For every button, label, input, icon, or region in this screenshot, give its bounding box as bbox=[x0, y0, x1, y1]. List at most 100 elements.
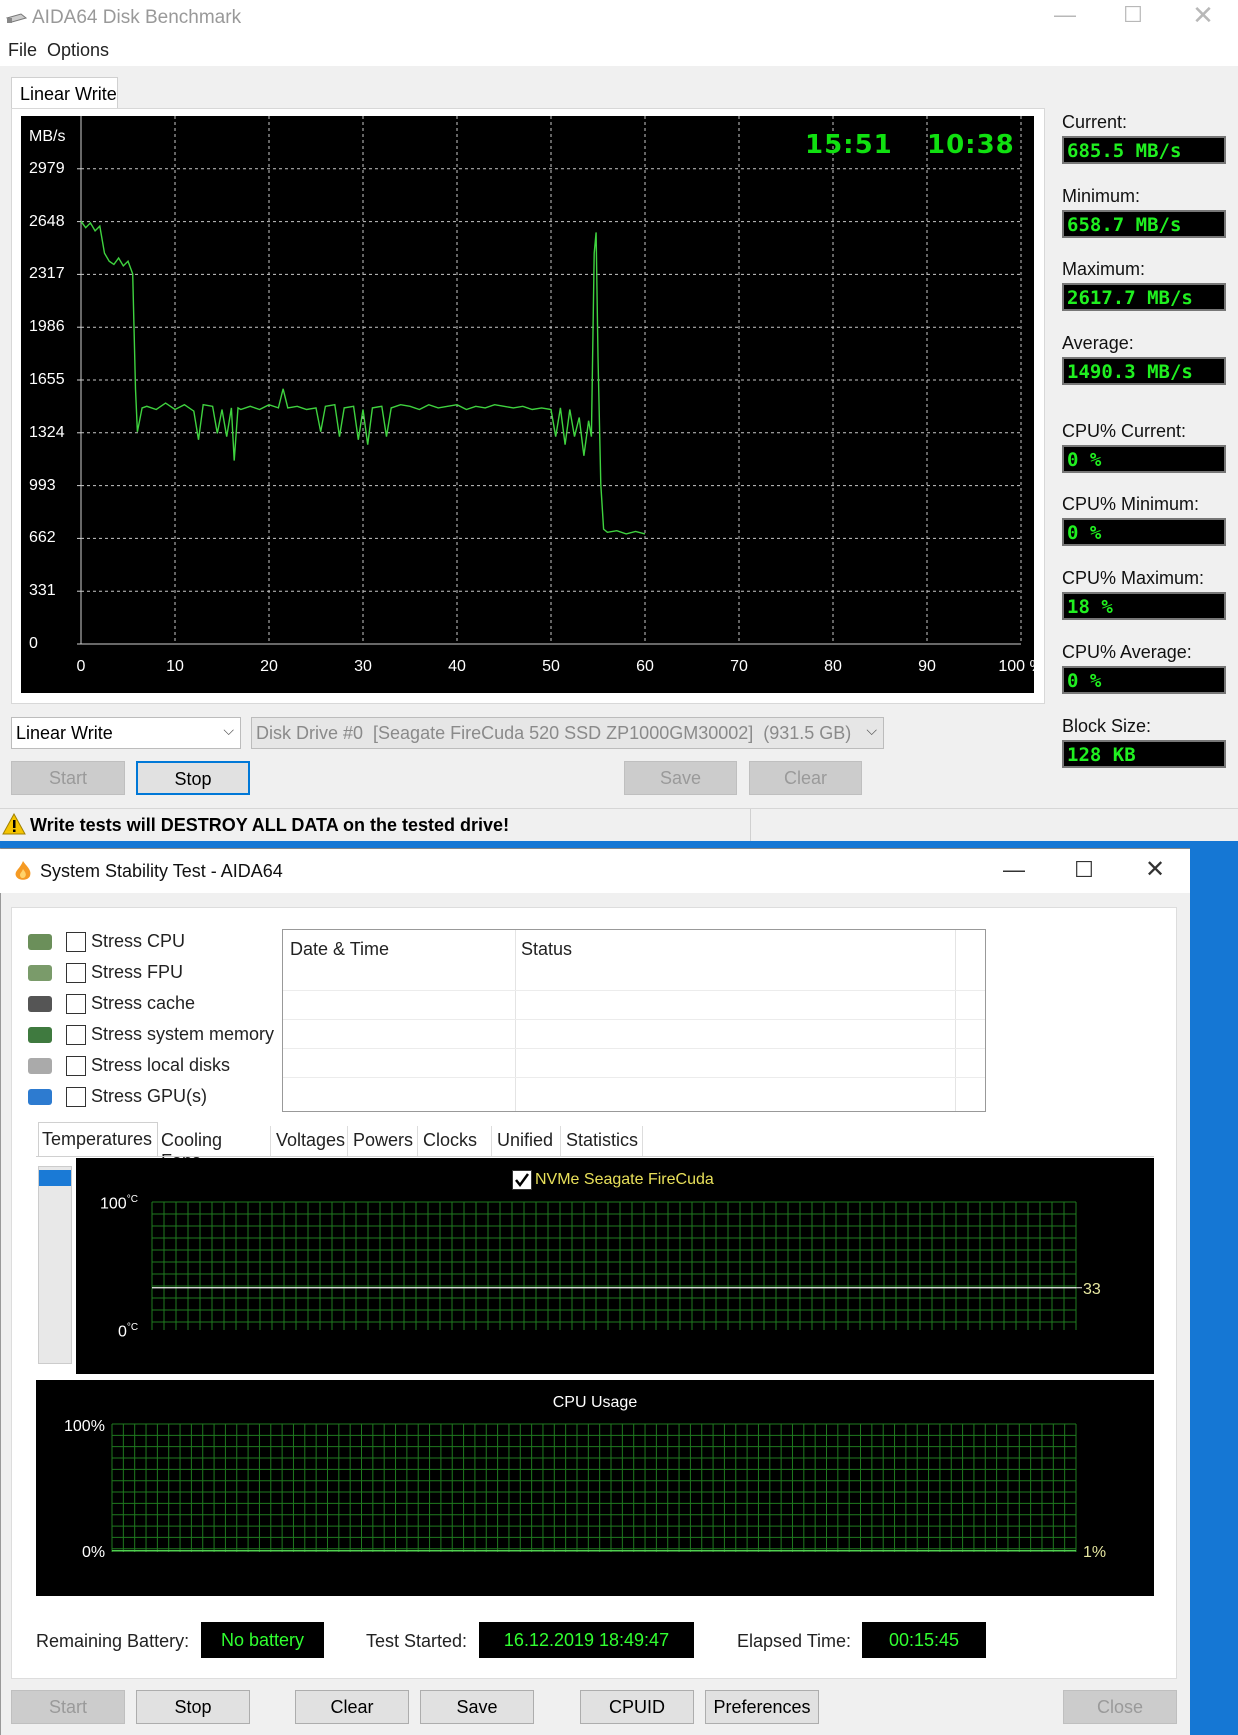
stress-label[interactable]: Stress GPU(s) bbox=[91, 1086, 207, 1107]
disk-benchmark-window: AIDA64 Disk Benchmark — ☐ ✕ File Options… bbox=[0, 0, 1238, 841]
stat-value: 128 KB bbox=[1062, 740, 1226, 768]
close-icon[interactable]: ✕ bbox=[1135, 855, 1175, 884]
status-divider bbox=[750, 809, 751, 841]
stability-close-button[interactable]: Close bbox=[1063, 1690, 1177, 1724]
row-divider bbox=[283, 1077, 985, 1078]
x-tick-label: 30 bbox=[354, 658, 372, 675]
tab-temperatures[interactable]: Temperatures bbox=[38, 1122, 158, 1157]
stat-label: CPU% Maximum: bbox=[1062, 568, 1205, 588]
gpu-icon bbox=[28, 1089, 52, 1105]
tab-powers[interactable]: Powers bbox=[350, 1126, 418, 1156]
row-divider bbox=[283, 1019, 985, 1020]
row-divider bbox=[283, 990, 985, 991]
stability-start-button[interactable]: Start bbox=[11, 1690, 125, 1724]
stop-button[interactable]: Stop bbox=[136, 761, 250, 795]
stress-label[interactable]: Stress cache bbox=[91, 993, 195, 1014]
y-tick-label: 1986 bbox=[29, 318, 65, 336]
stress-checkbox[interactable] bbox=[66, 1056, 86, 1076]
stress-label[interactable]: Stress local disks bbox=[91, 1055, 230, 1076]
stat-value: 1490.3 MB/s bbox=[1062, 357, 1226, 385]
cpu-usage-plot bbox=[111, 1423, 1077, 1552]
x-tick-label: 40 bbox=[448, 658, 466, 675]
elapsed-label: Elapsed Time: bbox=[737, 1631, 852, 1651]
tab-statistics[interactable]: Statistics bbox=[563, 1126, 643, 1156]
menu-file[interactable]: File bbox=[8, 40, 37, 61]
stress-label[interactable]: Stress CPU bbox=[91, 931, 185, 952]
stress-checkbox[interactable] bbox=[66, 1087, 86, 1107]
cpu-icon bbox=[28, 934, 52, 950]
title-bar: System Stability Test - AIDA64 — ☐ ✕ bbox=[0, 849, 1190, 893]
disk-app-icon bbox=[5, 13, 27, 23]
save-button[interactable]: Save bbox=[624, 761, 737, 795]
row-divider bbox=[283, 1048, 985, 1049]
y-tick-label: 2979 bbox=[29, 159, 65, 177]
column-divider bbox=[955, 930, 956, 1111]
title-bar: AIDA64 Disk Benchmark — ☐ ✕ bbox=[0, 0, 1238, 36]
elapsed-time-readout: 15:51 bbox=[805, 130, 893, 160]
stress-checkbox[interactable] bbox=[66, 932, 86, 952]
test-type-value: Linear Write bbox=[16, 723, 113, 743]
sensor-list[interactable] bbox=[38, 1166, 72, 1364]
close-icon[interactable]: ✕ bbox=[1183, 0, 1223, 31]
preferences-button[interactable]: Preferences bbox=[705, 1690, 819, 1724]
stat-label: Average: bbox=[1062, 333, 1134, 353]
column-header-status[interactable]: Status bbox=[521, 939, 572, 960]
tab-voltages[interactable]: Voltages bbox=[273, 1126, 348, 1156]
test-type-select[interactable]: Linear Write ⌵ bbox=[11, 717, 241, 749]
cpuid-button[interactable]: CPUID bbox=[580, 1690, 694, 1724]
log-table[interactable]: Date & Time Status bbox=[282, 929, 986, 1112]
drive-select[interactable]: Disk Drive #0 [Seagate FireCuda 520 SSD … bbox=[251, 717, 884, 749]
column-header-date[interactable]: Date & Time bbox=[290, 939, 389, 960]
battery-value: No battery bbox=[201, 1622, 324, 1658]
tab-linear-write[interactable]: Linear Write bbox=[11, 77, 118, 109]
warning-text: Write tests will DESTROY ALL DATA on the… bbox=[30, 815, 510, 835]
tab-cooling-fans[interactable]: Cooling Fans bbox=[158, 1126, 271, 1171]
column-divider bbox=[515, 930, 516, 1111]
stress-checkbox[interactable] bbox=[66, 963, 86, 983]
stress-checkbox[interactable] bbox=[66, 994, 86, 1014]
minimize-icon[interactable]: — bbox=[994, 857, 1034, 883]
minimize-icon[interactable]: — bbox=[1045, 2, 1085, 28]
menu-options[interactable]: Options bbox=[47, 40, 109, 61]
menu-bar: File Options bbox=[0, 36, 1238, 66]
stat-label: CPU% Current: bbox=[1062, 421, 1187, 441]
clear-button[interactable]: Clear bbox=[749, 761, 862, 795]
x-tick-label: 50 bbox=[542, 658, 560, 675]
x-tick-label: 100 % bbox=[998, 658, 1044, 675]
stat-label: CPU% Minimum: bbox=[1062, 494, 1200, 514]
sensor-selected[interactable] bbox=[39, 1170, 71, 1186]
fpu-icon bbox=[28, 965, 52, 981]
maximize-icon[interactable]: ☐ bbox=[1113, 2, 1153, 28]
y-tick-label: 1655 bbox=[29, 371, 65, 388]
stress-checkbox[interactable] bbox=[66, 1025, 86, 1045]
x-tick-label: 20 bbox=[260, 658, 278, 675]
disk-icon bbox=[28, 1058, 52, 1074]
stat-value: 658.7 MB/s bbox=[1062, 210, 1226, 238]
start-button[interactable]: Start bbox=[11, 761, 125, 795]
warning-icon bbox=[2, 813, 26, 835]
tab-unified[interactable]: Unified bbox=[494, 1126, 561, 1156]
x-tick-label: 70 bbox=[730, 658, 748, 675]
stability-stop-button[interactable]: Stop bbox=[136, 1690, 250, 1724]
stat-value: 2617.7 MB/s bbox=[1062, 283, 1226, 311]
y-tick-label: 1324 bbox=[29, 423, 65, 441]
stress-label[interactable]: Stress system memory bbox=[91, 1024, 274, 1045]
stability-clear-button[interactable]: Clear bbox=[295, 1690, 409, 1724]
stability-save-button[interactable]: Save bbox=[420, 1690, 534, 1724]
y-tick-label: 331 bbox=[29, 582, 56, 600]
y-tick-label: 0 bbox=[29, 635, 38, 652]
battery-label: Remaining Battery: bbox=[36, 1631, 190, 1651]
x-tick-label: 60 bbox=[636, 658, 654, 675]
temperature-graph: NVMe Seagate FireCuda 100°C 0°C 33 bbox=[76, 1158, 1154, 1374]
stat-label: Minimum: bbox=[1062, 186, 1141, 206]
tab-clocks[interactable]: Clocks bbox=[420, 1126, 492, 1156]
maximize-icon[interactable]: ☐ bbox=[1064, 857, 1104, 883]
stat-label: Block Size: bbox=[1062, 716, 1152, 736]
y-tick-label: 993 bbox=[29, 476, 56, 494]
tab-strip-line bbox=[36, 1156, 1154, 1157]
y-tick-label: 2317 bbox=[29, 265, 65, 283]
stat-value: 685.5 MB/s bbox=[1062, 136, 1226, 164]
stress-label[interactable]: Stress FPU bbox=[91, 962, 183, 983]
chevron-down-icon: ⌵ bbox=[866, 722, 877, 738]
memory-icon bbox=[28, 1027, 52, 1043]
